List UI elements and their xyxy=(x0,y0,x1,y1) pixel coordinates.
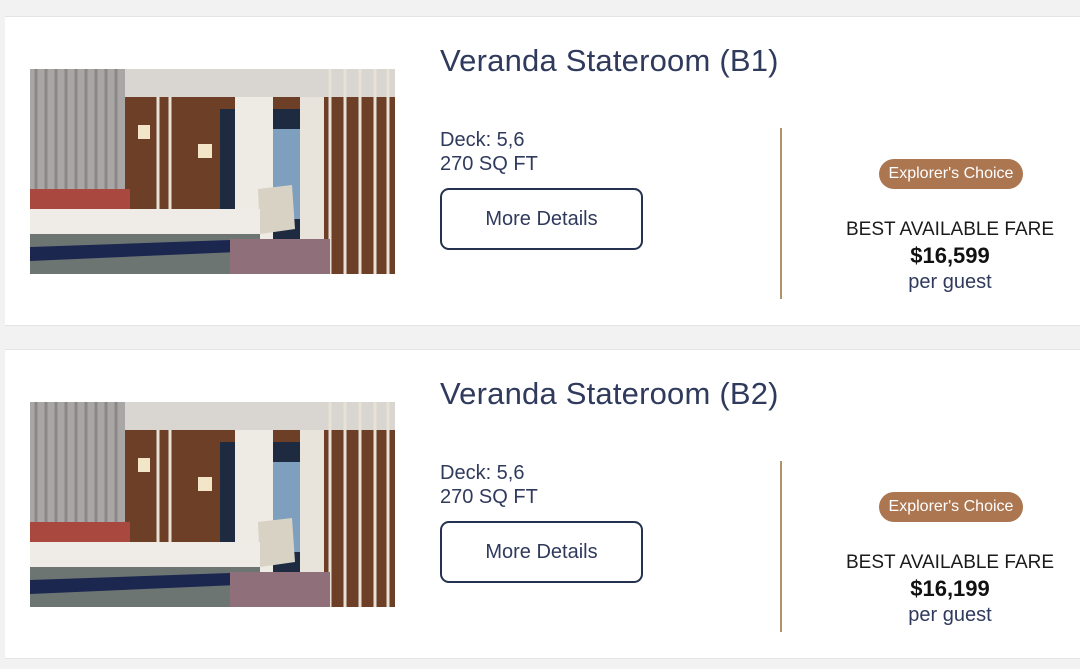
deck-info: Deck: 5,6 xyxy=(440,462,525,484)
fare-price: $16,199 xyxy=(910,576,990,601)
explorers-choice-badge: Explorer's Choice xyxy=(879,159,1023,189)
divider xyxy=(780,461,782,632)
fare-label: BEST AVAILABLE FARE xyxy=(845,219,1055,240)
fare-unit: per guest xyxy=(908,271,992,293)
room-size: 270 SQ FT xyxy=(440,153,538,175)
stateroom-photo[interactable] xyxy=(30,402,395,607)
explorers-choice-badge: Explorer's Choice xyxy=(879,492,1023,522)
stateroom-photo[interactable] xyxy=(30,69,395,274)
stateroom-photo-illustration xyxy=(30,69,395,274)
stateroom-card: Veranda Stateroom (B1) Deck: 5,6 270 SQ … xyxy=(5,16,1080,326)
stateroom-title: Veranda Stateroom (B2) xyxy=(440,376,779,411)
divider xyxy=(780,128,782,299)
deck-info: Deck: 5,6 xyxy=(440,129,525,151)
fare-label: BEST AVAILABLE FARE xyxy=(845,552,1055,573)
fare-unit: per guest xyxy=(908,604,992,626)
stateroom-title: Veranda Stateroom (B1) xyxy=(440,43,779,78)
fare-price: $16,599 xyxy=(910,243,990,268)
stateroom-photo-illustration xyxy=(30,402,395,607)
more-details-button[interactable]: More Details xyxy=(440,188,643,250)
more-details-button[interactable]: More Details xyxy=(440,521,643,583)
stateroom-card: Veranda Stateroom (B2) Deck: 5,6 270 SQ … xyxy=(5,349,1080,659)
room-size: 270 SQ FT xyxy=(440,486,538,508)
